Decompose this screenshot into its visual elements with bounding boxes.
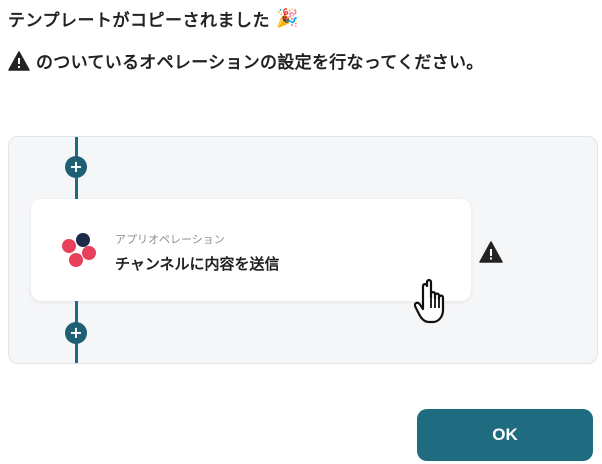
add-step-button-bottom[interactable]: + bbox=[65, 322, 87, 344]
plus-icon: + bbox=[69, 323, 83, 342]
asana-logo-icon bbox=[62, 233, 96, 267]
plus-icon: + bbox=[69, 157, 83, 176]
operation-type-label: アプリオペレーション bbox=[115, 233, 225, 246]
party-popper-icon: 🎉 bbox=[276, 7, 299, 29]
operation-card[interactable]: アプリオペレーション チャンネルに内容を送信 bbox=[31, 199, 471, 301]
warning-icon bbox=[479, 241, 503, 263]
instruction-line: のついているオペレーションの設定を行なってください。 bbox=[8, 48, 484, 73]
instruction-text: のついているオペレーションの設定を行なってください。 bbox=[36, 53, 484, 73]
add-step-button-top[interactable]: + bbox=[65, 156, 87, 178]
title-text: テンプレートがコピーされました bbox=[8, 11, 270, 31]
warning-icon bbox=[8, 50, 30, 71]
ok-button[interactable]: OK bbox=[417, 409, 593, 461]
hand-pointer-icon bbox=[414, 279, 445, 324]
operation-title: チャンネルに内容を送信 bbox=[115, 255, 280, 273]
flow-canvas: + アプリオペレーション チャンネルに内容を送信 + bbox=[8, 136, 598, 364]
header-title: テンプレートがコピーされました 🎉 bbox=[8, 6, 299, 31]
